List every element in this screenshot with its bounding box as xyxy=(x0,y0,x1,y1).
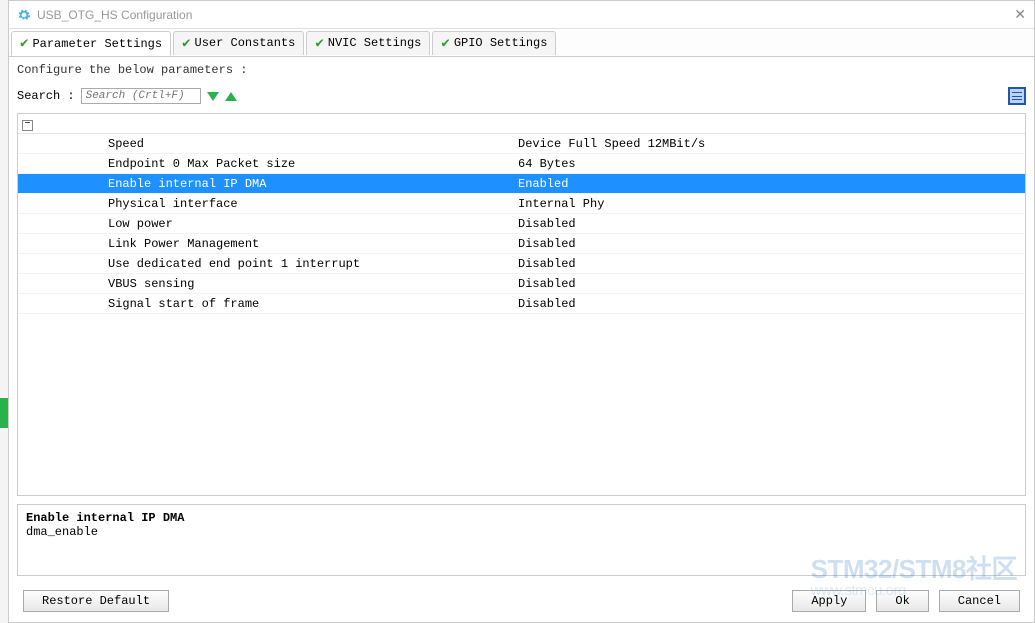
gear-icon xyxy=(17,8,31,22)
param-name: Use dedicated end point 1 interrupt xyxy=(18,257,518,271)
tab-bar: ✔ Parameter Settings ✔ User Constants ✔ NVIC … xyxy=(9,29,1034,57)
search-next-icon[interactable] xyxy=(207,92,219,101)
param-name: Enable internal IP DMA xyxy=(18,177,518,191)
table-row[interactable]: Low powerDisabled xyxy=(18,214,1025,234)
check-icon: ✔ xyxy=(315,35,323,52)
apply-button[interactable]: Apply xyxy=(792,590,866,612)
tab-label: User Constants xyxy=(195,36,296,50)
titlebar: USB_OTG_HS Configuration ✕ xyxy=(9,1,1034,29)
param-name: Speed xyxy=(18,137,518,151)
param-value: Disabled xyxy=(518,297,1025,311)
config-window: USB_OTG_HS Configuration ✕ ✔ Parameter Se… xyxy=(8,0,1035,623)
table-row[interactable]: Enable internal IP DMAEnabled xyxy=(18,174,1025,194)
config-subtitle: Configure the below parameters : xyxy=(9,57,1034,83)
left-green-marker xyxy=(0,398,8,428)
param-value: Enabled xyxy=(518,177,1025,191)
ok-button[interactable]: Ok xyxy=(876,590,928,612)
check-icon: ✔ xyxy=(20,35,28,52)
param-name: VBUS sensing xyxy=(18,277,518,291)
table-row[interactable]: Signal start of frameDisabled xyxy=(18,294,1025,314)
tab-gpio-settings[interactable]: ✔ GPIO Settings xyxy=(432,31,556,55)
button-bar: Restore Default Apply Ok Cancel xyxy=(9,584,1034,622)
param-table[interactable]: SpeedDevice Full Speed 12MBit/sEndpoint … xyxy=(18,134,1025,495)
tab-label: GPIO Settings xyxy=(454,36,548,50)
param-value: Disabled xyxy=(518,257,1025,271)
param-value: Internal Phy xyxy=(518,197,1025,211)
search-prev-icon[interactable] xyxy=(225,92,237,101)
param-name: Endpoint 0 Max Packet size xyxy=(18,157,518,171)
left-decor-strip xyxy=(0,0,8,623)
restore-default-button[interactable]: Restore Default xyxy=(23,590,169,612)
table-row[interactable]: SpeedDevice Full Speed 12MBit/s xyxy=(18,134,1025,154)
search-label: Search : xyxy=(17,89,75,103)
param-name: Low power xyxy=(18,217,518,231)
tab-user-constants[interactable]: ✔ User Constants xyxy=(173,31,304,55)
tab-parameter-settings[interactable]: ✔ Parameter Settings xyxy=(11,31,171,56)
cancel-button[interactable]: Cancel xyxy=(939,590,1020,612)
param-name: Signal start of frame xyxy=(18,297,518,311)
tab-nvic-settings[interactable]: ✔ NVIC Settings xyxy=(306,31,430,55)
table-row[interactable]: Physical interfaceInternal Phy xyxy=(18,194,1025,214)
tab-label: NVIC Settings xyxy=(328,36,422,50)
table-row[interactable]: VBUS sensingDisabled xyxy=(18,274,1025,294)
right-button-group: Apply Ok Cancel xyxy=(792,590,1020,612)
table-row[interactable]: Endpoint 0 Max Packet size64 Bytes xyxy=(18,154,1025,174)
param-name: Physical interface xyxy=(18,197,518,211)
tab-label: Parameter Settings xyxy=(32,37,162,51)
param-value: 64 Bytes xyxy=(518,157,1025,171)
collapse-header: − xyxy=(18,114,1025,134)
list-view-icon[interactable] xyxy=(1008,87,1026,105)
check-icon: ✔ xyxy=(182,35,190,52)
check-icon: ✔ xyxy=(441,35,449,52)
description-detail: dma_enable xyxy=(26,525,1017,539)
window-title: USB_OTG_HS Configuration xyxy=(37,8,192,22)
description-box: Enable internal IP DMA dma_enable xyxy=(17,504,1026,576)
description-title: Enable internal IP DMA xyxy=(26,511,1017,525)
search-bar: Search : xyxy=(9,83,1034,113)
param-value: Disabled xyxy=(518,217,1025,231)
param-value: Disabled xyxy=(518,237,1025,251)
table-row[interactable]: Link Power ManagementDisabled xyxy=(18,234,1025,254)
close-icon[interactable]: ✕ xyxy=(1014,6,1026,23)
param-value: Disabled xyxy=(518,277,1025,291)
param-name: Link Power Management xyxy=(18,237,518,251)
search-input[interactable] xyxy=(81,88,201,104)
param-value: Device Full Speed 12MBit/s xyxy=(518,137,1025,151)
params-panel: − SpeedDevice Full Speed 12MBit/sEndpoin… xyxy=(17,113,1026,496)
table-row[interactable]: Use dedicated end point 1 interruptDisab… xyxy=(18,254,1025,274)
collapse-toggle-icon[interactable]: − xyxy=(22,120,33,131)
